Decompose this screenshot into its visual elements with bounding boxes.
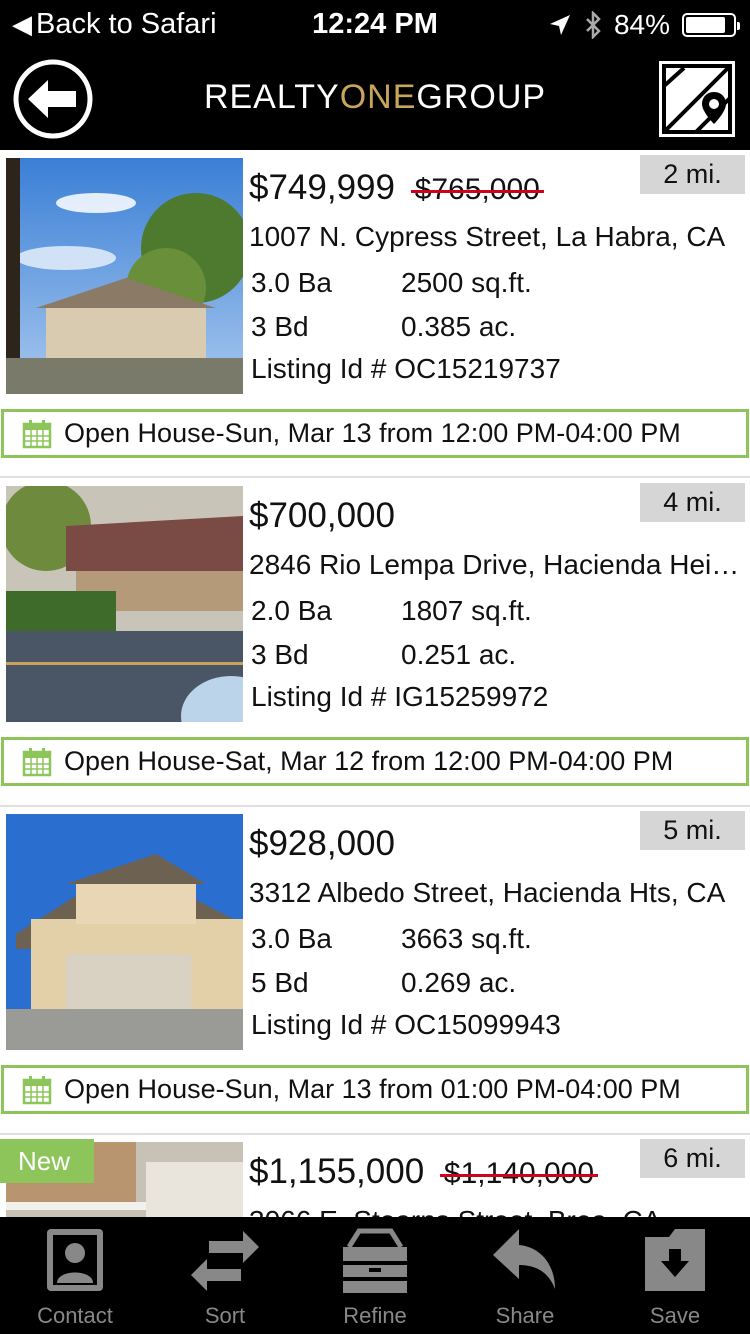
contact-icon xyxy=(47,1229,103,1291)
listing-card[interactable]: $749,999 $765,000 2 mi. 1007 N. Cypress … xyxy=(0,150,750,478)
listing-old-price: $765,000 xyxy=(414,173,540,206)
save-icon xyxy=(645,1229,705,1291)
tab-save[interactable]: Save xyxy=(600,1217,750,1334)
listing-list[interactable]: $749,999 $765,000 2 mi. 1007 N. Cypress … xyxy=(0,150,750,1217)
calendar-icon xyxy=(22,747,52,776)
brand-part-2: ONE xyxy=(339,78,417,116)
listing-address: 3066 E. Stearns Street, Brea, CA xyxy=(249,1205,745,1217)
listing-id: Listing Id # OC15099943 xyxy=(251,1009,561,1040)
open-house-banner[interactable]: Open House-Sun, Mar 13 from 12:00 PM-04:… xyxy=(1,409,749,458)
listing-photo[interactable] xyxy=(6,814,243,1050)
open-house-text: Open House-Sat, Mar 12 from 12:00 PM-04:… xyxy=(64,746,674,776)
open-house-banner[interactable]: Open House-Sun, Mar 13 from 01:00 PM-04:… xyxy=(1,1065,749,1114)
open-house-banner[interactable]: Open House-Sat, Mar 12 from 12:00 PM-04:… xyxy=(1,737,749,786)
status-indicators: 84% xyxy=(548,9,740,41)
tab-label: Contact xyxy=(37,1303,113,1328)
listing-address: 1007 N. Cypress Street, La Habra, CA xyxy=(249,221,726,252)
location-arrow-icon xyxy=(549,15,570,35)
price-row: $928,000 xyxy=(249,824,395,864)
sort-icon xyxy=(191,1231,259,1291)
listing-sqft: 2500 sq.ft. xyxy=(401,267,532,298)
listing-sqft: 3663 sq.ft. xyxy=(401,923,532,954)
battery-fill xyxy=(686,17,725,33)
bluetooth-icon xyxy=(586,11,601,39)
tab-label: Save xyxy=(649,1303,701,1328)
battery-percent: 84% xyxy=(613,9,670,40)
open-house-text: Open House-Sun, Mar 13 from 01:00 PM-04:… xyxy=(64,1074,681,1104)
status-bar: ◀ Back to Safari 12:24 PM 84% xyxy=(0,0,750,52)
map-pin-icon[interactable] xyxy=(656,58,738,140)
price-row: $1,155,000 $1,140,000 xyxy=(249,1152,594,1192)
listing-old-price: $1,140,000 xyxy=(443,1157,595,1190)
tab-share[interactable]: Share xyxy=(450,1217,600,1334)
tab-label: Sort xyxy=(204,1303,246,1328)
distance-badge: 6 mi. xyxy=(640,1139,745,1178)
listing-card[interactable]: $928,000 5 mi. 3312 Albedo Street, Hacie… xyxy=(0,806,750,1134)
refine-icon xyxy=(343,1228,407,1293)
distance-badge: 5 mi. xyxy=(640,811,745,850)
listing-price: $1,155,000 xyxy=(249,1152,425,1191)
listing-acres: 0.269 ac. xyxy=(401,967,517,998)
listing-card[interactable]: $700,000 4 mi. 2846 Rio Lempa Drive, Hac… xyxy=(0,478,750,806)
listing-card[interactable]: New $1,155,000 $1,140,000 6 mi. 3066 E. … xyxy=(0,1134,750,1217)
calendar-icon xyxy=(22,419,52,448)
listing-photo[interactable] xyxy=(6,486,243,722)
listing-address: 2846 Rio Lempa Drive, Hacienda Heights, … xyxy=(249,549,745,580)
listing-address: 3312 Albedo Street, Hacienda Hts, CA xyxy=(249,877,726,908)
listing-sqft: 1807 sq.ft. xyxy=(401,595,532,626)
bottom-tab-bar: Contact Sort Refine Share Save xyxy=(0,1217,750,1334)
listing-baths: 3.0 Ba xyxy=(251,923,332,954)
listing-baths: 3.0 Ba xyxy=(251,267,332,298)
tab-refine[interactable]: Refine xyxy=(300,1217,450,1334)
tab-label: Share xyxy=(495,1303,555,1328)
brand-logo: REALTYONEGROUP xyxy=(0,78,750,117)
listing-beds: 5 Bd xyxy=(251,967,309,998)
new-badge: New xyxy=(0,1139,94,1183)
listing-baths: 2.0 Ba xyxy=(251,595,332,626)
tab-sort[interactable]: Sort xyxy=(150,1217,300,1334)
distance-badge: 2 mi. xyxy=(640,155,745,194)
price-row: $749,999 $765,000 xyxy=(249,168,540,208)
battery-icon xyxy=(682,13,740,37)
nav-bar: REALTYONEGROUP xyxy=(0,52,750,150)
distance-badge: 4 mi. xyxy=(640,483,745,522)
listing-beds: 3 Bd xyxy=(251,311,309,342)
listing-beds: 3 Bd xyxy=(251,639,309,670)
listing-price: $928,000 xyxy=(249,824,395,863)
listing-price: $700,000 xyxy=(249,496,395,535)
listing-acres: 0.251 ac. xyxy=(401,639,517,670)
listing-acres: 0.385 ac. xyxy=(401,311,517,342)
listing-price: $749,999 xyxy=(249,168,395,207)
listing-id: Listing Id # IG15259972 xyxy=(251,681,549,712)
listing-id: Listing Id # OC15219737 xyxy=(251,353,561,384)
listing-photo[interactable] xyxy=(6,158,243,394)
price-row: $700,000 xyxy=(249,496,395,536)
brand-part-3: GROUP xyxy=(416,78,547,116)
open-house-text: Open House-Sun, Mar 13 from 12:00 PM-04:… xyxy=(64,418,681,448)
tab-contact[interactable]: Contact xyxy=(0,1217,150,1334)
brand-part-1: REALTY xyxy=(203,78,340,116)
share-icon xyxy=(493,1229,555,1289)
tab-label: Refine xyxy=(343,1303,407,1328)
calendar-icon xyxy=(22,1075,52,1104)
